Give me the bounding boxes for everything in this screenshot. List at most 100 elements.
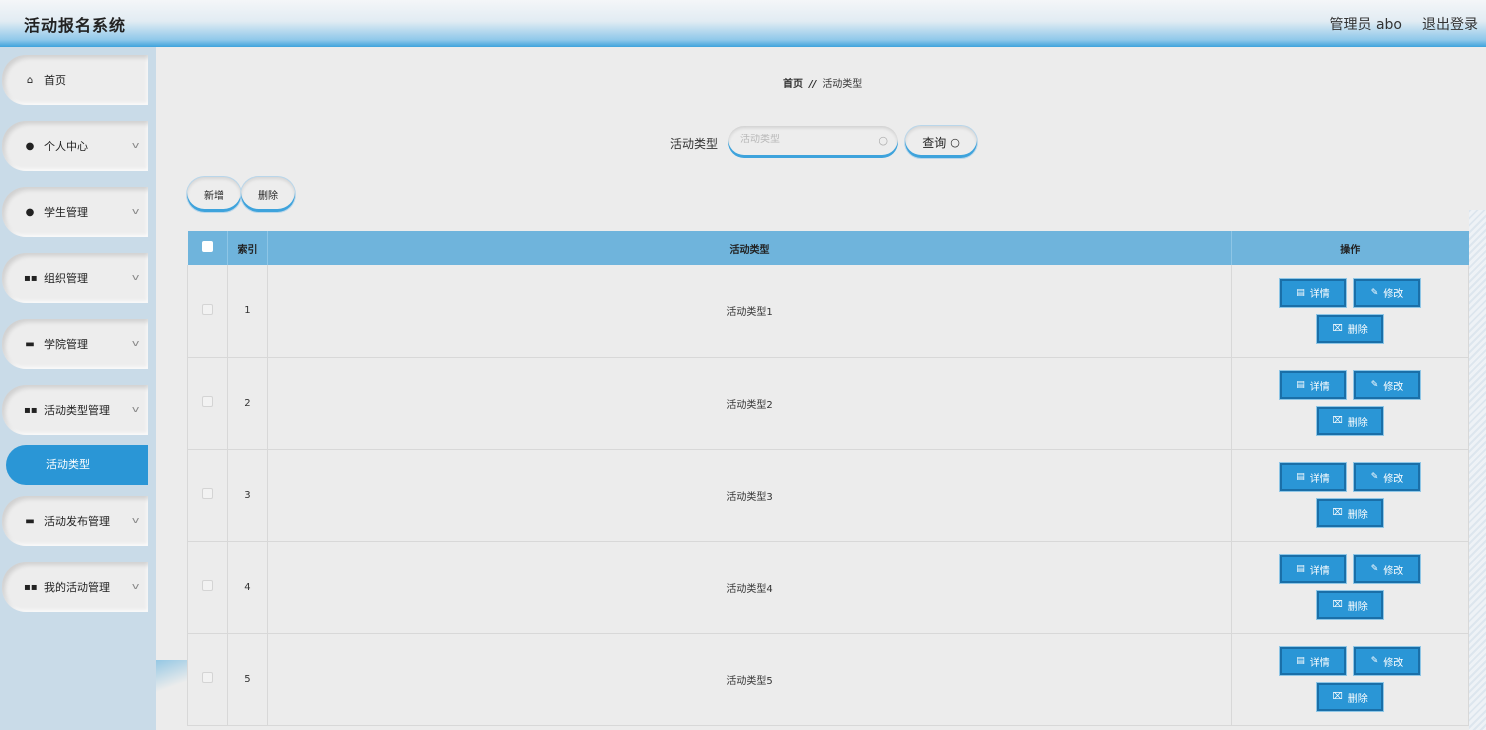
detail-button-label: 详情: [1309, 381, 1330, 393]
edit-button[interactable]: ✎ 修改: [1354, 278, 1421, 307]
delete-button-label: 删除: [1347, 325, 1368, 337]
row-checkbox-cell: [187, 449, 228, 542]
trash-icon: ⌧: [1332, 692, 1343, 702]
bulk-delete-button[interactable]: 删除: [241, 177, 295, 212]
detail-button-label: 详情: [1309, 565, 1330, 577]
trash-icon: ⌧: [1332, 508, 1343, 518]
row-activity-type: 活动类型2: [267, 357, 1233, 450]
delete-button-label: 删除: [1347, 601, 1368, 613]
add-button[interactable]: 新增: [187, 177, 241, 212]
row-activity-type: 活动类型4: [267, 541, 1233, 634]
row-checkbox-cell: [187, 357, 228, 450]
table-row: 5 活动类型5 ▤ 详情 ✎ 修改 ⌧ 删除: [187, 633, 1469, 726]
trash-icon: ⌧: [1332, 323, 1343, 334]
sidebar-item-label: 活动类型管理: [44, 404, 110, 417]
delete-button-label: 删除: [1347, 417, 1368, 429]
briefcase-icon: ▬: [25, 515, 35, 527]
data-table: 索引 活动类型 操作 1 活动类型1 ▤ 详情 ✎ 修改 ⌧ 删除 2 活动类型2: [187, 231, 1469, 726]
column-header-actions: 操作: [1231, 231, 1469, 265]
search-field: ○: [728, 126, 898, 158]
grid-icon: ▪▪: [24, 581, 38, 593]
trash-icon: ⌧: [1332, 416, 1343, 426]
edit-button[interactable]: ✎ 修改: [1354, 555, 1421, 583]
detail-button[interactable]: ▤ 详情: [1280, 463, 1347, 491]
row-actions: ▤ 详情 ✎ 修改 ⌧ 删除: [1231, 357, 1469, 450]
row-checkbox[interactable]: [201, 672, 213, 683]
column-header-activity-type: 活动类型: [267, 231, 1233, 265]
sidebar-item-label: 学生管理: [44, 206, 88, 219]
query-button[interactable]: 查询 ○: [905, 126, 977, 158]
pencil-icon: ✎: [1370, 472, 1379, 482]
table-row: 3 活动类型3 ▤ 详情 ✎ 修改 ⌧ 删除: [187, 449, 1469, 542]
detail-button[interactable]: ▤ 详情: [1280, 555, 1347, 583]
sidebar-subitem-activity-type[interactable]: 活动类型: [6, 445, 148, 485]
row-checkbox[interactable]: [201, 488, 213, 499]
sidebar-item-organizations[interactable]: ▪▪ 组织管理 v: [2, 253, 148, 303]
row-activity-type: 活动类型3: [267, 449, 1233, 542]
sidebar-item-my-activities[interactable]: ▪▪ 我的活动管理 v: [2, 562, 148, 612]
chevron-down-icon: v: [131, 207, 140, 217]
select-all-checkbox[interactable]: [201, 241, 213, 252]
sidebar-item-personal-center[interactable]: ● 个人中心 v: [2, 121, 148, 171]
chevron-down-icon: v: [131, 405, 140, 415]
sidebar-item-activity-publish[interactable]: ▬ 活动发布管理 v: [2, 496, 148, 546]
delete-button[interactable]: ⌧ 删除: [1317, 407, 1384, 435]
detail-button[interactable]: ▤ 详情: [1280, 371, 1347, 399]
delete-button[interactable]: ⌧ 删除: [1317, 499, 1384, 527]
row-checkbox[interactable]: [201, 396, 213, 407]
sidebar-item-label: 组织管理: [44, 272, 88, 285]
grid-icon: ▪▪: [24, 404, 38, 416]
logout-link[interactable]: 退出登录: [1422, 14, 1478, 34]
edit-button-label: 修改: [1383, 381, 1404, 393]
detail-button-label: 详情: [1309, 289, 1330, 301]
detail-button-label: 详情: [1309, 473, 1330, 485]
sidebar-item-label: 学院管理: [44, 338, 88, 351]
row-checkbox-cell: [187, 265, 228, 358]
detail-button-label: 详情: [1309, 657, 1330, 669]
document-icon: ▤: [1296, 656, 1305, 666]
user-icon: ●: [25, 206, 35, 218]
sidebar-item-home[interactable]: ⌂ 首页: [2, 55, 148, 105]
pencil-icon: ✎: [1370, 287, 1379, 298]
chevron-down-icon: v: [131, 339, 140, 349]
row-checkbox[interactable]: [201, 580, 213, 591]
row-activity-type: 活动类型1: [267, 265, 1233, 358]
chevron-down-icon: v: [131, 516, 140, 526]
delete-button[interactable]: ⌧ 删除: [1317, 314, 1384, 343]
edit-button[interactable]: ✎ 修改: [1354, 463, 1421, 491]
edit-button-label: 修改: [1383, 289, 1404, 301]
column-header-index: 索引: [227, 231, 268, 265]
document-icon: ▤: [1296, 564, 1305, 574]
row-checkbox[interactable]: [201, 303, 213, 315]
briefcase-icon: ▬: [25, 338, 35, 350]
detail-button[interactable]: ▤ 详情: [1280, 278, 1347, 307]
sidebar-item-label: 首页: [44, 74, 66, 87]
sidebar-item-label: 个人中心: [44, 140, 88, 153]
edit-button[interactable]: ✎ 修改: [1354, 647, 1421, 675]
detail-button[interactable]: ▤ 详情: [1280, 647, 1347, 675]
background-decoration: [1469, 210, 1486, 730]
delete-button[interactable]: ⌧ 删除: [1317, 591, 1384, 619]
sidebar-item-activity-types[interactable]: ▪▪ 活动类型管理 v: [2, 385, 148, 435]
row-actions: ▤ 详情 ✎ 修改 ⌧ 删除: [1231, 633, 1469, 726]
top-header: 活动报名系统 管理员 abo 退出登录: [0, 0, 1486, 47]
background-decoration: [156, 660, 187, 730]
sidebar-item-students[interactable]: ● 学生管理 v: [2, 187, 148, 237]
breadcrumb-home[interactable]: 首页: [783, 79, 803, 90]
edit-button[interactable]: ✎ 修改: [1354, 371, 1421, 399]
pencil-icon: ✎: [1370, 656, 1379, 666]
sidebar-item-label: 我的活动管理: [44, 581, 110, 594]
search-input[interactable]: [740, 134, 870, 145]
pencil-icon: ✎: [1370, 380, 1379, 390]
row-index: 2: [227, 357, 268, 450]
document-icon: ▤: [1296, 380, 1305, 390]
query-button-label: 查询: [922, 135, 947, 150]
delete-button[interactable]: ⌧ 删除: [1317, 683, 1384, 711]
row-index: 3: [227, 449, 268, 542]
grid-icon: ▪▪: [24, 272, 38, 284]
table-row: 2 活动类型2 ▤ 详情 ✎ 修改 ⌧ 删除: [187, 357, 1469, 450]
chevron-down-icon: v: [131, 273, 140, 283]
sidebar-item-colleges[interactable]: ▬ 学院管理 v: [2, 319, 148, 369]
chevron-down-icon: v: [131, 582, 140, 592]
breadcrumb-separator: //: [809, 79, 817, 90]
